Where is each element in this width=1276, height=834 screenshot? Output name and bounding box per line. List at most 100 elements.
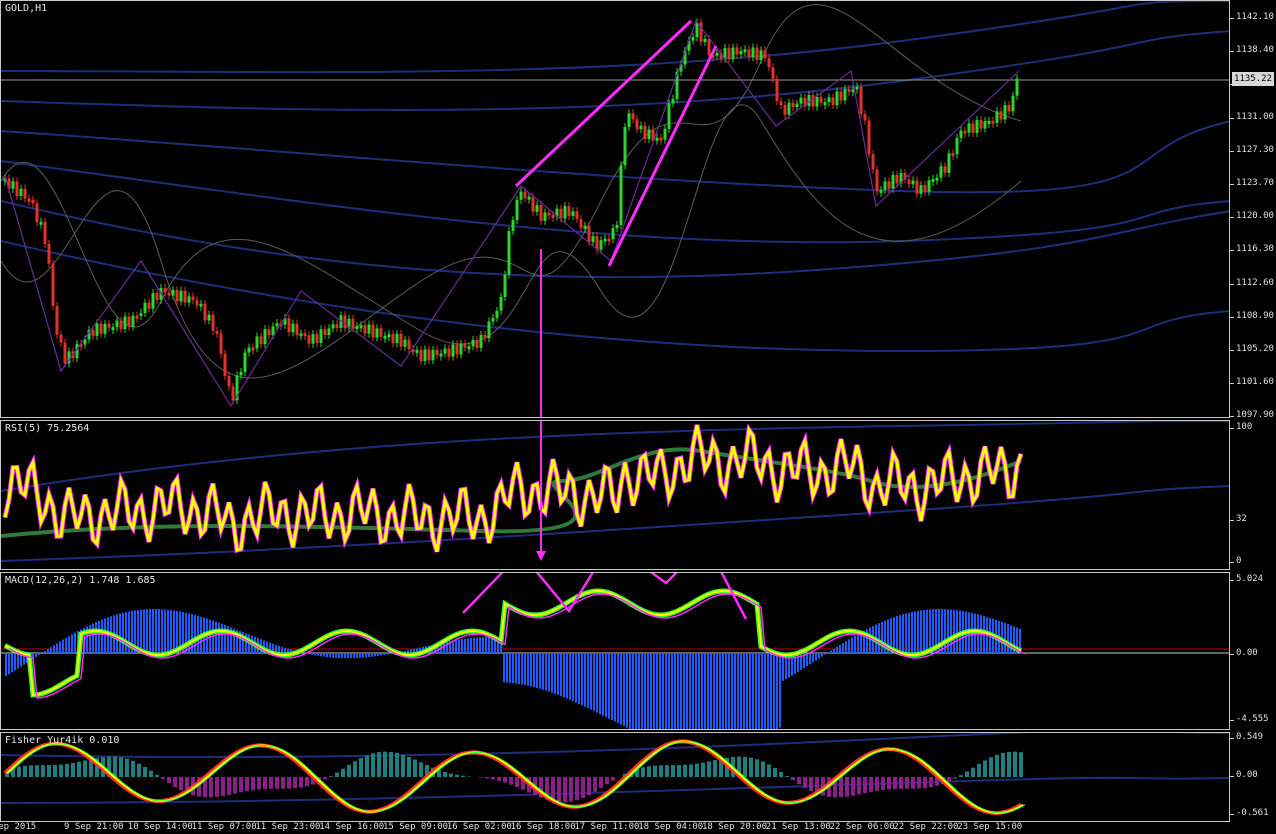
macd-histogram-bar <box>575 653 577 703</box>
macd-histogram-bar <box>317 653 319 656</box>
macd-histogram-bar <box>515 653 517 684</box>
macd-histogram-bar <box>581 653 583 706</box>
macd-histogram-bar <box>608 653 610 719</box>
macd-histogram-bar <box>557 653 559 695</box>
fisher-histogram-bar <box>395 753 399 777</box>
macd-pane[interactable]: MACD(12,26,2) 1.748 1.685 <box>0 572 1230 730</box>
fisher-histogram-bar <box>515 777 519 788</box>
macd-histogram-bar <box>779 653 781 728</box>
fisher-histogram-bar <box>335 772 339 777</box>
macd-histogram-bar <box>152 609 154 653</box>
macd-histogram-bar <box>908 612 910 653</box>
band-line <box>1 1 1229 74</box>
axis-tick-label: 1138.40 <box>1230 45 1274 56</box>
macd-histogram-bar <box>149 609 151 653</box>
fisher-histogram-bar <box>893 777 897 790</box>
macd-histogram-bar <box>323 653 325 657</box>
macd-histogram-bar <box>116 614 118 653</box>
fisher-histogram-bar <box>791 777 795 781</box>
macd-histogram-bar <box>122 612 124 653</box>
candle-body <box>203 303 207 321</box>
macd-histogram-bar <box>611 653 613 721</box>
price-chart-pane[interactable]: GOLD,H1 <box>0 0 1230 418</box>
fisher-histogram-bar <box>449 773 453 777</box>
macd-histogram-bar <box>923 609 925 653</box>
candle-body <box>455 344 459 355</box>
fisher-pane[interactable]: Fisher_Yur4ik 0.010 <box>0 732 1230 822</box>
candle-body <box>947 153 951 173</box>
macd-histogram-bar <box>326 653 328 658</box>
candle-body <box>579 219 583 228</box>
fisher-histogram-bar <box>35 765 39 777</box>
fisher-histogram-bar <box>641 767 645 777</box>
macd-histogram-bar <box>731 653 733 729</box>
fisher-histogram-bar <box>875 777 879 791</box>
candle-body <box>647 129 651 139</box>
rsi-canvas <box>1 421 1229 562</box>
candle-body <box>655 137 659 141</box>
macd-histogram-bar <box>350 653 352 659</box>
fisher-histogram-bar <box>347 764 351 777</box>
macd-histogram-bar <box>833 648 835 653</box>
candle-body <box>295 323 299 336</box>
macd-histogram-bar <box>605 653 607 718</box>
candle-body <box>99 323 103 334</box>
candle-body <box>863 114 867 121</box>
macd-histogram-bar <box>464 638 466 653</box>
time-label: 11 Sep 23:00 <box>255 822 321 832</box>
macd-histogram-bar <box>650 653 652 729</box>
candle-body <box>199 303 203 307</box>
band-line <box>1 200 1229 279</box>
fisher-histogram-bar <box>971 767 975 777</box>
macd-histogram-bar <box>362 653 364 658</box>
fisher-histogram-bar <box>161 777 165 780</box>
fisher-histogram-bar <box>845 777 849 797</box>
fisher-histogram-bar <box>785 776 789 777</box>
fisher-histogram-bar <box>839 777 843 798</box>
candle-body <box>623 127 627 166</box>
macd-histogram-bar <box>329 653 331 658</box>
macd-histogram-bar <box>737 653 739 729</box>
candle-body <box>847 88 851 92</box>
time-label: 9 Sep 21:00 <box>64 822 124 832</box>
fisher-histogram-bar <box>287 777 291 789</box>
candle-body <box>867 120 871 155</box>
candle-body <box>43 221 47 245</box>
candle-body <box>927 180 931 192</box>
macd-histogram-bar <box>857 634 859 653</box>
fisher-histogram-bar <box>341 768 345 777</box>
fisher-histogram-bar <box>647 766 651 777</box>
candle-body <box>39 221 43 225</box>
candle-body <box>219 333 223 354</box>
macd-histogram-bar <box>851 637 853 653</box>
candle-body <box>367 324 371 334</box>
fisher-histogram-bar <box>671 765 675 777</box>
candle-body <box>631 113 635 120</box>
candle-body <box>911 180 915 185</box>
fisher-histogram-bar <box>869 777 873 792</box>
fisher-histogram-bar <box>713 760 717 777</box>
macd-histogram-bar <box>311 653 313 655</box>
fisher-histogram-bar <box>575 777 579 801</box>
candle-body <box>895 174 899 184</box>
macd-histogram-bar <box>65 637 67 653</box>
candle-body <box>363 325 367 334</box>
candle-body <box>31 199 35 204</box>
candle-body <box>747 49 751 58</box>
fisher-histogram-bar <box>863 777 867 794</box>
candle-body <box>259 336 263 345</box>
macd-histogram-bar <box>854 635 856 653</box>
macd-histogram-bar <box>578 653 580 704</box>
fisher-histogram-bar <box>365 755 369 777</box>
candle-body <box>559 208 563 219</box>
candle-body <box>331 324 335 329</box>
fisher-band <box>1 733 1229 759</box>
candle-body <box>727 47 731 59</box>
candle-body <box>811 95 815 107</box>
macd-histogram-bar <box>95 622 97 653</box>
candle-body <box>63 342 67 364</box>
macd-histogram-bar <box>674 653 676 729</box>
candle-body <box>511 220 515 232</box>
fisher-histogram-bar <box>851 777 855 796</box>
rsi-pane[interactable]: RSI(5) 75.2564 <box>0 420 1230 570</box>
